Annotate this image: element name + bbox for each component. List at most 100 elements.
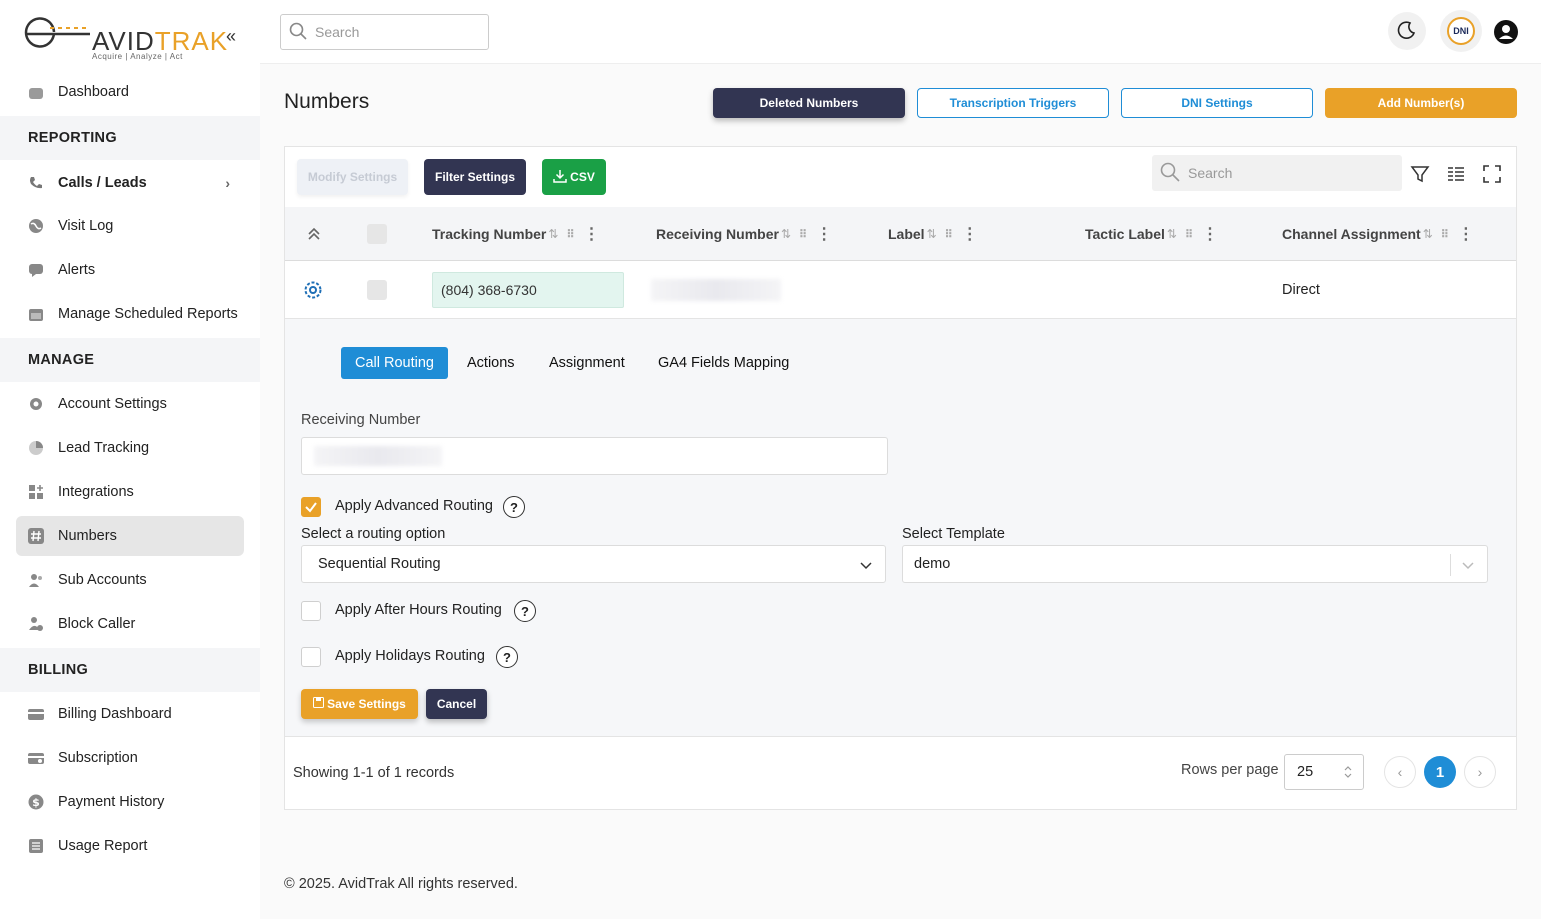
sidebar-item-calls-leads[interactable]: Calls / Leads ›	[16, 163, 244, 203]
sidebar-item-subscription[interactable]: Subscription	[16, 738, 244, 778]
sidebar-item-label: Account Settings	[58, 396, 167, 412]
global-search-input[interactable]	[315, 24, 475, 40]
col-tracking-number[interactable]: Tracking Number ⇅ ⠿ ⋮	[432, 207, 600, 261]
col-label: Tactic Label	[1085, 226, 1165, 242]
col-channel-assignment[interactable]: Channel Assignment ⇅ ⠿ ⋮	[1282, 207, 1474, 261]
deleted-numbers-button[interactable]: Deleted Numbers	[713, 88, 905, 118]
prev-page-button[interactable]: ‹	[1384, 756, 1416, 788]
col-receiving-number[interactable]: Receiving Number ⇅ ⠿ ⋮	[656, 207, 832, 261]
download-icon	[553, 169, 567, 186]
modify-settings-button[interactable]: Modify Settings	[297, 159, 408, 195]
sidebar-item-manage-scheduled-reports[interactable]: Manage Scheduled Reports	[16, 294, 244, 334]
tracking-number-cell[interactable]: (804) 368-6730	[432, 272, 624, 308]
col-label: Receiving Number	[656, 226, 779, 242]
after-hours-routing-checkbox[interactable]	[301, 601, 321, 621]
fullscreen-icon[interactable]	[1481, 163, 1503, 185]
filter-icon[interactable]	[1409, 163, 1431, 185]
sidebar-item-integrations[interactable]: Integrations	[16, 472, 244, 512]
logo-mark-icon	[24, 17, 90, 48]
save-settings-button[interactable]: Save Settings	[301, 689, 418, 719]
help-icon[interactable]: ?	[496, 646, 518, 668]
avidtrak-logo[interactable]: AVIDTRAK Acquire | Analyze | Act	[20, 12, 227, 62]
column-menu-icon: ⋮	[583, 226, 600, 243]
sidebar-item-label: Dashboard	[58, 84, 129, 100]
page-button-current[interactable]: 1	[1424, 756, 1456, 788]
help-icon[interactable]: ?	[514, 600, 536, 622]
globe-icon	[28, 218, 44, 234]
dni-settings-button[interactable]: DNI Settings	[1121, 88, 1313, 118]
filter-settings-button[interactable]: Filter Settings	[424, 159, 526, 195]
svg-text:$: $	[32, 796, 40, 809]
sidebar-item-label: Subscription	[58, 750, 138, 766]
col-label: Label	[888, 226, 925, 242]
holidays-routing-label: Apply Holidays Routing	[335, 648, 485, 664]
sidebar-item-dashboard[interactable]: Dashboard	[16, 72, 244, 112]
col-tactic-label[interactable]: Tactic Label ⇅ ⠿ ⋮	[1085, 207, 1218, 261]
dollar-icon: $	[28, 794, 44, 810]
rows-per-page-select[interactable]: 25	[1284, 754, 1364, 790]
checkmark-icon	[305, 502, 317, 513]
sidebar-item-account-settings[interactable]: Account Settings	[16, 384, 244, 424]
template-select[interactable]: demo	[902, 545, 1488, 583]
sidebar-item-label: Usage Report	[58, 838, 148, 854]
col-label: Tracking Number	[432, 226, 547, 242]
columns-icon[interactable]	[1445, 163, 1467, 185]
routing-option-label: Select a routing option	[301, 526, 446, 542]
advanced-routing-label: Apply Advanced Routing	[335, 498, 493, 514]
sidebar-item-label: Integrations	[58, 484, 134, 500]
dni-button[interactable]: DNI	[1440, 10, 1482, 52]
sidebar-item-payment-history[interactable]: $ Payment History	[16, 782, 244, 822]
tab-ga4-fields-mapping[interactable]: GA4 Fields Mapping	[644, 347, 803, 379]
sidebar-item-billing-dashboard[interactable]: Billing Dashboard	[16, 694, 244, 734]
tab-actions[interactable]: Actions	[453, 347, 529, 379]
sidebar-item-block-caller[interactable]: Block Caller	[16, 604, 244, 644]
dark-mode-toggle[interactable]	[1388, 12, 1426, 50]
row-checkbox[interactable]	[367, 280, 387, 300]
select-all-checkbox[interactable]	[367, 207, 387, 261]
column-menu-icon: ⋮	[816, 226, 833, 243]
cancel-button[interactable]: Cancel	[426, 689, 487, 719]
drag-grip-icon: ⠿	[799, 228, 807, 241]
drag-grip-icon: ⠿	[566, 228, 574, 241]
sort-icon: ⇅	[548, 227, 559, 241]
copyright: © 2025. AvidTrak All rights reserved.	[284, 876, 518, 892]
tab-assignment[interactable]: Assignment	[535, 347, 639, 379]
advanced-routing-checkbox[interactable]	[301, 497, 321, 517]
routing-option-value: Sequential Routing	[318, 556, 441, 572]
sort-icon: ⇅	[1166, 227, 1177, 241]
drag-grip-icon: ⠿	[944, 228, 953, 241]
pie-icon	[28, 440, 44, 456]
row-settings-gear-icon[interactable]	[302, 279, 324, 304]
sidebar: AVIDTRAK Acquire | Analyze | Act « Dashb…	[0, 0, 260, 919]
chevron-down-icon	[1461, 558, 1475, 575]
global-search[interactable]	[280, 14, 489, 50]
table-row[interactable]: (804) 368-6730 Direct	[285, 261, 1516, 319]
csv-export-button[interactable]: CSV	[542, 159, 606, 195]
table-search[interactable]	[1152, 155, 1402, 191]
transcription-triggers-button[interactable]: Transcription Triggers	[917, 88, 1109, 118]
sidebar-item-lead-tracking[interactable]: Lead Tracking	[16, 428, 244, 468]
holidays-routing-checkbox[interactable]	[301, 647, 321, 667]
collapse-sidebar-icon[interactable]: «	[226, 26, 236, 47]
routing-option-select[interactable]: Sequential Routing	[301, 545, 886, 583]
col-label[interactable]: Label ⇅ ⠿ ⋮	[888, 207, 978, 261]
sidebar-item-visit-log[interactable]: Visit Log	[16, 206, 244, 246]
sidebar-item-alerts[interactable]: Alerts	[16, 250, 244, 290]
sidebar-item-usage-report[interactable]: Usage Report	[16, 826, 244, 866]
collapse-all-icon[interactable]	[306, 207, 322, 261]
grid-plus-icon	[28, 484, 44, 500]
sidebar-item-label: Visit Log	[58, 218, 114, 234]
user-avatar-icon[interactable]	[1494, 20, 1518, 47]
tab-call-routing[interactable]: Call Routing	[341, 347, 448, 379]
table-search-input[interactable]	[1188, 165, 1388, 181]
sidebar-item-label: Billing Dashboard	[58, 706, 172, 722]
sidebar-item-sub-accounts[interactable]: Sub Accounts	[16, 560, 244, 600]
receiving-number-redacted	[651, 279, 781, 301]
receiving-number-input[interactable]	[301, 437, 888, 475]
next-page-button[interactable]: ›	[1464, 756, 1496, 788]
sidebar-item-label: Manage Scheduled Reports	[58, 306, 238, 322]
sidebar-item-numbers[interactable]: Numbers	[16, 516, 244, 556]
search-icon	[1160, 162, 1180, 185]
add-numbers-button[interactable]: Add Number(s)	[1325, 88, 1517, 118]
help-icon[interactable]: ?	[503, 496, 525, 518]
